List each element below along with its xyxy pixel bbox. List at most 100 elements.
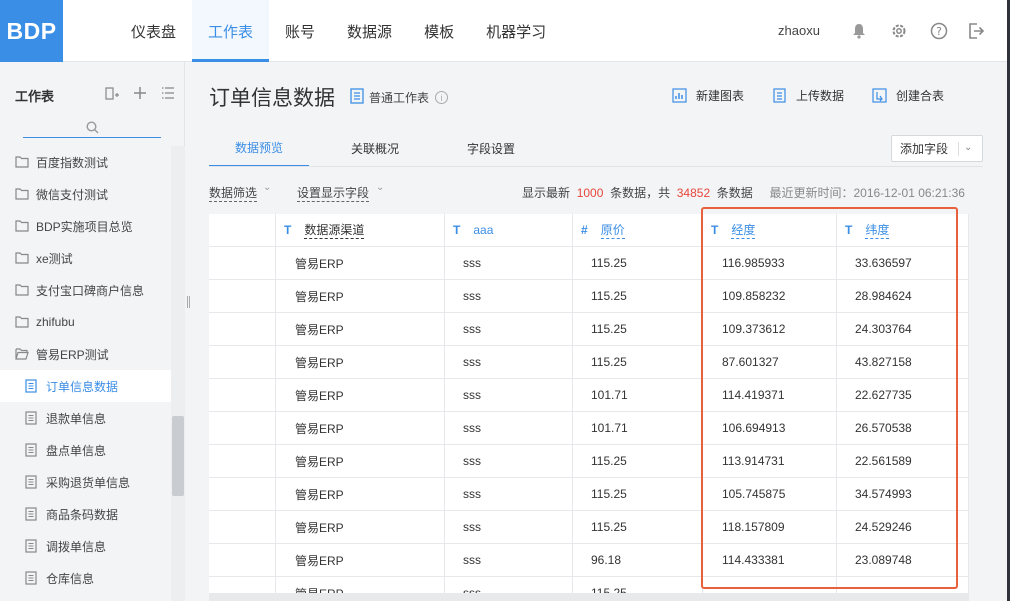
table-cell: sss — [445, 511, 573, 543]
sheet-icon — [25, 411, 40, 425]
row-index-cell — [209, 313, 276, 345]
nav-machine-learning[interactable]: 机器学习 — [470, 0, 562, 62]
table-cell: sss — [445, 544, 573, 576]
table-cell: 118.157809 — [703, 511, 837, 543]
chevron-down-icon: ⌄ — [263, 182, 272, 193]
chevron-down-icon: ⌄ — [964, 142, 973, 153]
sidebar-item[interactable]: 商品条码数据 — [0, 498, 171, 530]
bdp-logo[interactable]: BDP — [0, 0, 63, 62]
tab-relations[interactable]: 关联概况 — [325, 130, 425, 167]
header-label: 原价 — [600, 223, 625, 239]
nav-datasource[interactable]: 数据源 — [331, 0, 408, 62]
table-row[interactable]: 管易ERP sss 115.25 118.157809 24.529246 — [209, 511, 969, 544]
data-filter-link[interactable]: 数据筛选 — [209, 184, 258, 202]
sidebar-item-label: 支付宝口碑商户信息 — [36, 283, 145, 298]
gear-icon[interactable] — [888, 20, 910, 42]
sidebar-item[interactable]: 仓库信息 — [0, 562, 171, 594]
header-col-source[interactable]: T 数据源渠道 — [276, 214, 445, 246]
search-icon — [85, 121, 98, 134]
row-index-cell — [209, 412, 276, 444]
header-label: 纬度 — [865, 223, 890, 239]
help-icon[interactable]: ? — [928, 20, 950, 42]
header-col-latitude[interactable]: T 纬度 — [837, 214, 969, 246]
tab-data-preview[interactable]: 数据预览 — [209, 130, 309, 167]
table-cell: sss — [445, 280, 573, 312]
list-icon[interactable] — [159, 84, 177, 102]
add-field-button[interactable]: 添加字段 ⌄ — [891, 135, 983, 162]
bell-icon[interactable] — [848, 20, 870, 42]
sheet-type-icon — [350, 88, 364, 107]
table-row[interactable]: 管易ERP sss 101.71 114.419371 22.627735 — [209, 379, 969, 412]
sidebar-scrollbar[interactable] — [171, 146, 185, 601]
sidebar-item[interactable]: 盘点单信息 — [0, 434, 171, 466]
sidebar-item[interactable]: 管易ERP测试 — [0, 338, 171, 370]
info-icon[interactable]: i — [435, 91, 449, 104]
logout-icon[interactable] — [965, 20, 987, 42]
sidebar-item[interactable]: zhifubu — [0, 306, 171, 338]
table-cell: 96.18 — [573, 544, 703, 576]
sidebar-item[interactable]: 微信支付测试 — [0, 178, 171, 210]
table-row[interactable]: 管易ERP sss 115.25 87.601327 43.827158 — [209, 346, 969, 379]
sidebar-item[interactable]: 退款单信息 — [0, 402, 171, 434]
table-cell: 管易ERP — [276, 511, 445, 543]
nav-account[interactable]: 账号 — [269, 0, 331, 62]
header-index — [209, 214, 276, 246]
sidebar-item[interactable]: 支付宝口碑商户信息 — [0, 274, 171, 306]
row-index-cell — [209, 478, 276, 510]
nav-dashboard[interactable]: 仪表盘 — [115, 0, 192, 62]
table-row[interactable]: 管易ERP sss 96.18 114.433381 23.089748 — [209, 544, 969, 577]
sidebar-search-input[interactable] — [23, 118, 161, 138]
table-horizontal-scrollbar[interactable] — [209, 593, 969, 601]
header-col-aaa[interactable]: T aaa — [445, 214, 573, 246]
sidebar-item[interactable]: 调拨单信息 — [0, 530, 171, 562]
sidebar-item[interactable]: 采购退货单信息 — [0, 466, 171, 498]
table-row[interactable]: 管易ERP sss 115.25 109.373612 24.303764 — [209, 313, 969, 346]
page-title: 订单信息数据 — [209, 87, 335, 110]
create-merge-button[interactable]: 创建合表 — [870, 86, 944, 104]
table-row[interactable]: 管易ERP sss 115.25 109.858232 28.984624 — [209, 280, 969, 313]
sidebar-item-label: 退款单信息 — [46, 411, 107, 426]
table-cell: 28.984624 — [837, 280, 969, 312]
header-col-price[interactable]: # 原价 — [573, 214, 703, 246]
tab-field-settings[interactable]: 字段设置 — [441, 130, 541, 167]
upload-data-button[interactable]: 上传数据 — [770, 86, 844, 104]
sidebar-item[interactable]: BDP实施项目总览 — [0, 210, 171, 242]
table-cell: 114.419371 — [703, 379, 837, 411]
stats-prefix: 显示最新 — [522, 186, 571, 200]
folder-icon — [15, 187, 30, 201]
top-navbar: BDP 仪表盘 工作表 账号 数据源 模板 机器学习 zhaoxu ? — [0, 0, 1007, 62]
table-cell: 24.303764 — [837, 313, 969, 345]
table-cell: 23.089748 — [837, 544, 969, 576]
chevron-down-icon: ⌄ — [376, 182, 385, 193]
table-row[interactable]: 管易ERP sss 115.25 116.985933 33.636597 — [209, 247, 969, 280]
table-cell: 113.914731 — [703, 445, 837, 477]
nav-template[interactable]: 模板 — [408, 0, 470, 62]
new-chart-button[interactable]: 新建图表 — [670, 86, 744, 104]
table-cell: 管易ERP — [276, 445, 445, 477]
header-col-longitude[interactable]: T 经度 — [703, 214, 837, 246]
add-icon[interactable] — [131, 84, 149, 102]
nav-worksheet[interactable]: 工作表 — [192, 0, 270, 62]
table-row[interactable]: 管易ERP sss 115.25 105.745875 34.574993 — [209, 478, 969, 511]
table-cell: 22.561589 — [837, 445, 969, 477]
sidebar-item[interactable]: 订单信息数据 — [0, 370, 171, 402]
sidebar-item[interactable]: xe测试 — [0, 242, 171, 274]
text-type-icon: T — [711, 223, 719, 237]
sidebar-item-label: zhifubu — [36, 315, 75, 329]
table-cell: 87.601327 — [703, 346, 837, 378]
table-cell: 101.71 — [573, 412, 703, 444]
text-type-icon: T — [284, 223, 292, 237]
table-row[interactable]: 管易ERP sss 101.71 106.694913 26.570538 — [209, 412, 969, 445]
main-content: 订单信息数据 普通工作表 i 新建图表 上传数据 创建合表 数据预览 关联概况 … — [190, 62, 1007, 601]
table-row[interactable]: 管易ERP sss 115.25 113.914731 22.561589 — [209, 445, 969, 478]
table-cell: 24.529246 — [837, 511, 969, 543]
table-cell: sss — [445, 313, 573, 345]
table-cell: sss — [445, 346, 573, 378]
new-folder-icon[interactable] — [103, 84, 121, 102]
display-fields-link[interactable]: 设置显示字段 — [297, 184, 370, 202]
sidebar-item-label: 管易ERP测试 — [36, 347, 109, 362]
merge-icon — [870, 86, 888, 104]
sidebar-item[interactable]: 百度指数测试 — [0, 146, 171, 178]
username[interactable]: zhaoxu — [778, 23, 820, 38]
sheet-icon — [25, 443, 40, 457]
